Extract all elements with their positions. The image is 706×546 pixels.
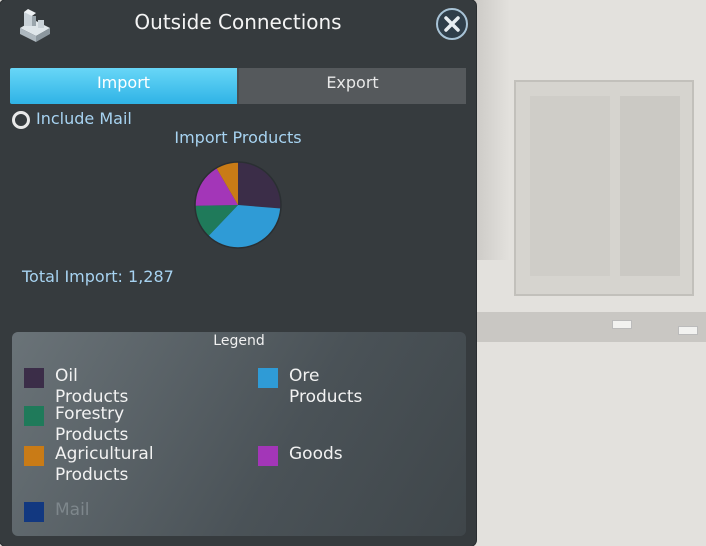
- radio-button[interactable]: [12, 111, 30, 129]
- outside-connections-panel: Outside Connections Import Export Includ…: [0, 0, 476, 546]
- terrain-shadow: [470, 0, 510, 260]
- legend-label: Oil Products: [55, 366, 129, 407]
- close-icon: [444, 16, 460, 32]
- vehicle[interactable]: [678, 326, 698, 335]
- legend-label: Mail: [55, 500, 90, 520]
- legend-swatch: [24, 406, 44, 426]
- legend-title: Legend: [213, 333, 265, 349]
- close-button[interactable]: [436, 8, 468, 40]
- pie-slice-oil-products[interactable]: [238, 162, 281, 209]
- chart-title: Import Products: [174, 128, 302, 147]
- title-bar[interactable]: Outside Connections: [0, 0, 476, 50]
- legend-swatch: [258, 446, 278, 466]
- legend-swatch: [258, 368, 278, 388]
- city-map-view[interactable]: [470, 0, 706, 546]
- include-mail-label: Include Mail: [36, 109, 132, 128]
- road: [470, 312, 706, 342]
- legend-swatch: [24, 502, 44, 522]
- legend-swatch: [24, 446, 44, 466]
- tab-import[interactable]: Import: [10, 68, 237, 104]
- import-pie-chart[interactable]: [193, 160, 283, 250]
- building-roof-section: [530, 96, 610, 276]
- legend-label: Goods: [289, 444, 343, 464]
- legend-panel: Legend Oil Products Ore Products Forestr…: [12, 332, 466, 536]
- vehicle[interactable]: [612, 320, 632, 329]
- legend-label: Forestry Products: [55, 404, 129, 445]
- tab-export[interactable]: Export: [239, 68, 466, 104]
- legend-swatch: [24, 368, 44, 388]
- window-title: Outside Connections: [134, 10, 342, 34]
- legend-label: Ore Products: [289, 366, 363, 407]
- tab-bar: Import Export: [10, 68, 466, 104]
- legend-label: Agricultural Products: [55, 444, 154, 485]
- building-roof-section: [620, 96, 680, 276]
- total-import: Total Import: 1,287: [22, 267, 174, 286]
